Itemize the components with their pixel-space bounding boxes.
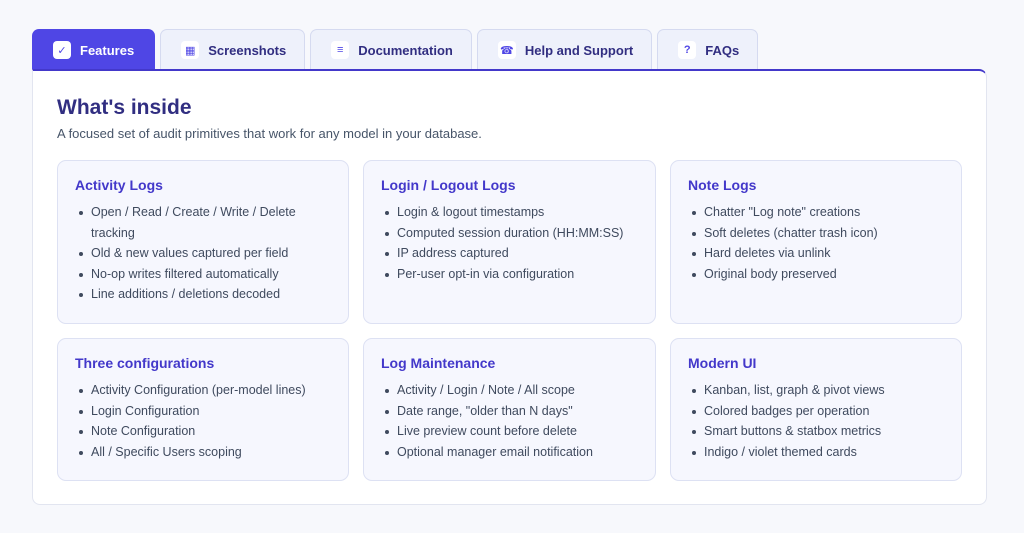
image-icon: ▦ (181, 41, 200, 59)
list-item: Login Configuration (75, 401, 331, 422)
list-item: Kanban, list, graph & pivot views (688, 380, 944, 401)
tab-faqs[interactable]: ? FAQs (657, 29, 759, 70)
list-item: Login & logout timestamps (381, 202, 638, 223)
list-item: Live preview count before delete (381, 421, 638, 442)
phone-icon: ☎ (497, 41, 516, 59)
list-item: Old & new values captured per field (75, 243, 331, 264)
card-title: Activity Logs (75, 177, 163, 193)
list-item: Per-user opt-in via configuration (381, 264, 638, 285)
list-item: Indigo / violet themed cards (688, 442, 944, 463)
card-title: Log Maintenance (381, 355, 496, 371)
question-icon: ? (678, 41, 697, 59)
feature-list: Kanban, list, graph & pivot views Colore… (688, 380, 944, 462)
list-item: Hard deletes via unlink (688, 243, 944, 264)
list-item: Smart buttons & statbox metrics (688, 421, 944, 442)
tab-help-and-support[interactable]: ☎ Help and Support (476, 29, 653, 70)
list-item: Activity Configuration (per-model lines) (75, 380, 331, 401)
feature-list: Login & logout timestamps Computed sessi… (381, 202, 638, 284)
list-item: Optional manager email notification (381, 442, 638, 463)
list-item: Computed session duration (HH:MM:SS) (381, 223, 638, 244)
feature-grid: Activity Logs Open / Read / Create / Wri… (57, 160, 962, 481)
tab-label: FAQs (705, 42, 740, 58)
page-subtitle: A focused set of audit primitives that w… (57, 126, 482, 141)
list-item: Date range, "older than N days" (381, 401, 638, 422)
feature-card-login-logout-logs: Login / Logout Logs Login & logout times… (363, 160, 656, 324)
list-item: All / Specific Users scoping (75, 442, 331, 463)
tab-features[interactable]: ✓ Features (32, 29, 156, 70)
feature-list: Activity / Login / Note / All scope Date… (381, 380, 638, 462)
list-item: No-op writes filtered automatically (75, 264, 331, 285)
tab-label: Screenshots (208, 42, 287, 58)
features-panel: What's inside A focused set of audit pri… (32, 69, 987, 505)
feature-card-modern-ui: Modern UI Kanban, list, graph & pivot vi… (670, 338, 962, 481)
list-item: Chatter "Log note" creations (688, 202, 944, 223)
document-icon: ≡ (331, 41, 350, 59)
list-item: IP address captured (381, 243, 638, 264)
feature-card-activity-logs: Activity Logs Open / Read / Create / Wri… (57, 160, 349, 324)
list-item: Colored badges per operation (688, 401, 944, 422)
feature-card-three-configurations: Three configurations Activity Configurat… (57, 338, 349, 481)
tab-label: Features (80, 42, 135, 58)
list-item: Note Configuration (75, 421, 331, 442)
list-item: Activity / Login / Note / All scope (381, 380, 638, 401)
card-title: Modern UI (688, 355, 757, 371)
card-title: Three configurations (75, 355, 215, 371)
tab-bar: ✓ Features ▦ Screenshots ≡ Documentation… (32, 29, 759, 70)
card-title: Login / Logout Logs (381, 177, 516, 193)
list-item: Original body preserved (688, 264, 944, 285)
tab-documentation[interactable]: ≡ Documentation (310, 29, 472, 70)
tab-label: Help and Support (524, 42, 634, 58)
tab-screenshots[interactable]: ▦ Screenshots (160, 29, 306, 70)
page-title: What's inside (57, 96, 192, 119)
card-title: Note Logs (688, 177, 757, 193)
feature-list: Activity Configuration (per-model lines)… (75, 380, 331, 462)
check-icon: ✓ (53, 41, 71, 59)
feature-card-log-maintenance: Log Maintenance Activity / Login / Note … (363, 338, 656, 481)
list-item: Line additions / deletions decoded (75, 284, 331, 305)
feature-list: Chatter "Log note" creations Soft delete… (688, 202, 944, 284)
list-item: Soft deletes (chatter trash icon) (688, 223, 944, 244)
feature-card-note-logs: Note Logs Chatter "Log note" creations S… (670, 160, 962, 324)
tab-label: Documentation (358, 42, 453, 58)
list-item: Open / Read / Create / Write / Delete tr… (75, 202, 331, 243)
feature-list: Open / Read / Create / Write / Delete tr… (75, 202, 331, 305)
